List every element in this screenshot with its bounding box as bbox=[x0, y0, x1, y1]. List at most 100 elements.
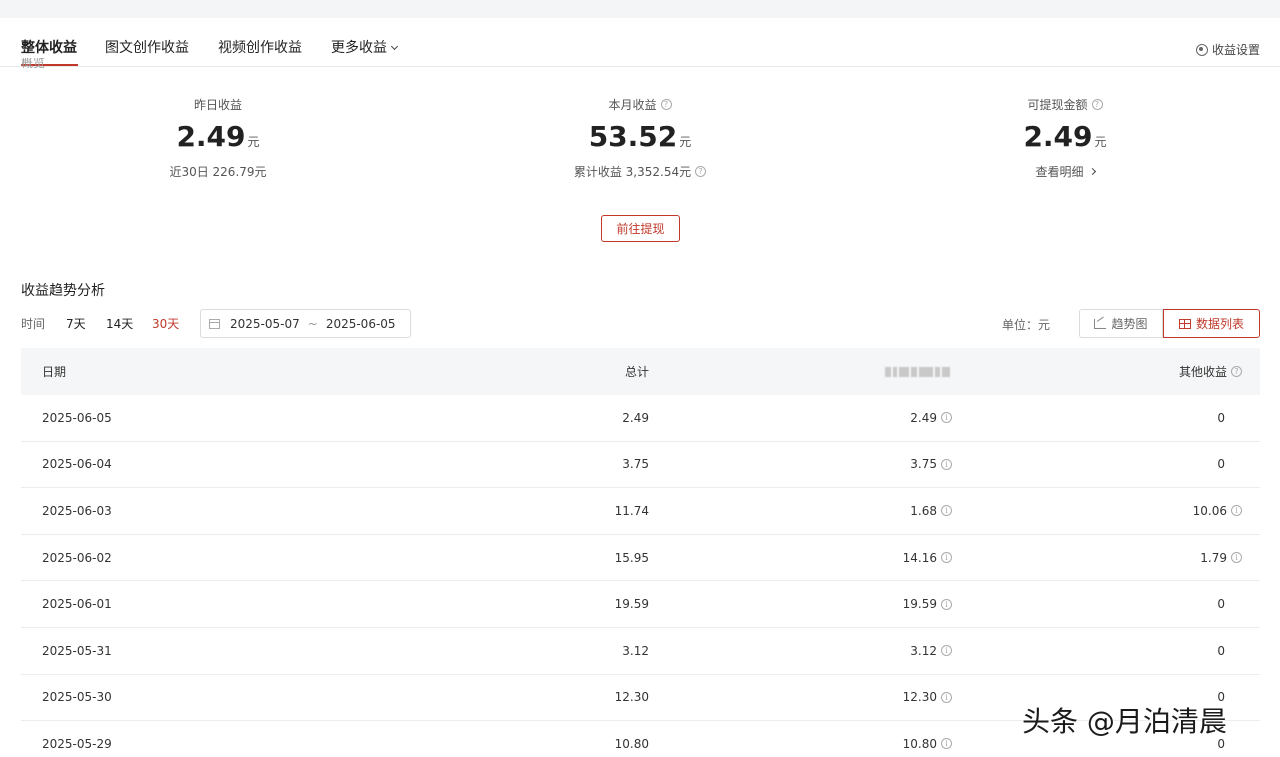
row-main-value: 12.30 bbox=[902, 690, 937, 705]
withdraw-button[interactable]: 前往提现 bbox=[601, 215, 680, 242]
range-30-days[interactable]: 30天 bbox=[152, 315, 179, 332]
stat-yesterday-sub: 近30日 226.79元 bbox=[88, 163, 348, 179]
stat-yesterday-label: 昨日收益 bbox=[88, 96, 348, 112]
row-total: 10.80 bbox=[614, 736, 649, 751]
stat-withdrawable-label-text: 可提现金额 bbox=[1027, 97, 1088, 112]
info-icon[interactable]: i bbox=[1231, 505, 1242, 517]
info-icon[interactable]: i bbox=[1231, 552, 1242, 564]
row-date: 2025-06-01 bbox=[42, 597, 112, 612]
table-row: 2025-05-31 3.12 3.12 i 0 bbox=[21, 628, 1260, 675]
date-separator: ~ bbox=[307, 316, 318, 331]
trend-chart-label: 趋势图 bbox=[1111, 317, 1148, 331]
row-main-value: 3.12 bbox=[910, 643, 937, 658]
table-header: 日期 总计 其他收益? bbox=[21, 348, 1260, 395]
row-other: 0 bbox=[1217, 410, 1225, 425]
date-end: 2025-06-05 bbox=[325, 316, 396, 331]
info-icon[interactable]: i bbox=[941, 691, 952, 703]
row-total: 15.95 bbox=[614, 550, 649, 565]
stat-withdrawable-value: 2.49 元 bbox=[935, 121, 1195, 153]
trend-section-title: 收益趋势分析 bbox=[21, 283, 105, 299]
stat-yesterday-sub-text: 近30日 226.79元 bbox=[169, 164, 267, 179]
range-7-days[interactable]: 7天 bbox=[66, 315, 86, 332]
gear-icon bbox=[1195, 43, 1208, 56]
info-icon[interactable]: i bbox=[941, 598, 952, 610]
stat-month-label-text: 本月收益 bbox=[608, 97, 657, 112]
header-other: 其他收益? bbox=[1179, 363, 1242, 380]
table-row: 2025-06-02 15.95 14.16 i 1.79 i bbox=[21, 535, 1260, 582]
filter-row: 时间 7天 14天 30天 2025-05-07 ~ 2025-06-05 单位… bbox=[21, 309, 1260, 338]
income-settings-button[interactable]: 收益设置 bbox=[1195, 41, 1260, 58]
view-details-label: 查看明细 bbox=[1035, 164, 1084, 179]
date-range-picker[interactable]: 2025-05-07 ~ 2025-06-05 bbox=[200, 309, 411, 338]
view-details-link[interactable]: 查看明细 bbox=[935, 163, 1195, 179]
row-main-value: 10.80 bbox=[902, 736, 937, 751]
table-row: 2025-06-03 11.74 1.68 i 10.06 i bbox=[21, 488, 1260, 535]
data-list-button[interactable]: 数据列表 bbox=[1163, 309, 1260, 338]
info-icon[interactable]: i bbox=[941, 645, 952, 657]
header-other-label: 其他收益 bbox=[1178, 365, 1227, 379]
row-total: 3.12 bbox=[622, 643, 649, 658]
stat-withdrawable-label: 可提现金额? bbox=[935, 96, 1195, 112]
unit-label: 单位：元 bbox=[1002, 318, 1051, 332]
stat-month-value: 53.52 元 bbox=[510, 121, 770, 153]
stat-month-unit: 元 bbox=[679, 135, 692, 149]
range-14-days[interactable]: 14天 bbox=[106, 315, 133, 332]
info-icon[interactable]: i bbox=[941, 412, 952, 424]
stat-withdrawable-unit: 元 bbox=[1094, 135, 1107, 149]
stat-yesterday-unit: 元 bbox=[247, 135, 260, 149]
table-icon bbox=[1178, 318, 1191, 329]
help-icon[interactable]: ? bbox=[1091, 98, 1103, 110]
tab-video-income[interactable]: 视频创作收益 bbox=[218, 37, 302, 57]
income-table: 日期 总计 其他收益? 2025-06-05 2.49 2.49 i 0 2025… bbox=[21, 348, 1260, 757]
help-icon[interactable]: ? bbox=[695, 165, 707, 177]
row-total: 12.30 bbox=[614, 690, 649, 705]
info-icon[interactable]: i bbox=[941, 505, 952, 517]
row-main: 14.16 i bbox=[903, 551, 952, 565]
row-main: 19.59 i bbox=[903, 597, 952, 611]
row-other: 10.06 i bbox=[1193, 504, 1242, 518]
tab-overall-income[interactable]: 整体收益 bbox=[21, 37, 77, 57]
chevron-down-icon bbox=[390, 42, 399, 51]
calendar-icon bbox=[209, 318, 220, 329]
income-settings-label: 收益设置 bbox=[1211, 43, 1260, 57]
info-icon[interactable]: i bbox=[941, 552, 952, 564]
row-other-value: 10.06 bbox=[1192, 503, 1227, 518]
header-total: 总计 bbox=[624, 365, 649, 379]
line-chart-icon bbox=[1094, 318, 1107, 329]
row-other: 0 bbox=[1217, 643, 1225, 658]
row-main: 12.30 i bbox=[903, 690, 952, 704]
row-date: 2025-06-04 bbox=[42, 457, 112, 472]
info-icon[interactable]: i bbox=[941, 458, 952, 470]
row-total: 19.59 bbox=[614, 597, 649, 612]
row-main: 2.49 i bbox=[910, 411, 952, 425]
data-list-label: 数据列表 bbox=[1195, 317, 1244, 331]
row-main: 3.12 i bbox=[910, 644, 952, 658]
table-row: 2025-06-04 3.75 3.75 i 0 bbox=[21, 442, 1260, 489]
stat-yesterday-label-text: 昨日收益 bbox=[193, 97, 242, 112]
time-filter-label: 时间 bbox=[21, 317, 46, 331]
tab-more-income[interactable]: 更多收益 bbox=[331, 37, 399, 57]
help-icon[interactable]: ? bbox=[660, 98, 672, 110]
overview-heading-clipped: 概览 bbox=[21, 58, 46, 69]
tab-more-income-label: 更多收益 bbox=[331, 40, 387, 56]
stat-month-label: 本月收益? bbox=[510, 96, 770, 112]
row-date: 2025-05-30 bbox=[42, 690, 112, 705]
table-row: 2025-06-05 2.49 2.49 i 0 bbox=[21, 395, 1260, 442]
tab-article-income[interactable]: 图文创作收益 bbox=[105, 37, 189, 57]
trend-chart-button[interactable]: 趋势图 bbox=[1079, 309, 1163, 338]
stat-yesterday-value: 2.49 元 bbox=[88, 121, 348, 153]
stat-yesterday: 昨日收益 2.49 元 近30日 226.79元 bbox=[88, 96, 348, 179]
row-date: 2025-05-31 bbox=[42, 643, 112, 658]
row-date: 2025-05-29 bbox=[42, 736, 112, 751]
row-main: 10.80 i bbox=[903, 737, 952, 751]
watermark: 头条 @月泊清晨 bbox=[1022, 705, 1227, 738]
row-other: 0 bbox=[1217, 597, 1225, 612]
stat-month: 本月收益? 53.52 元 累计收益 3,352.54元? bbox=[510, 96, 770, 179]
help-icon[interactable]: ? bbox=[1231, 366, 1242, 377]
row-main-value: 3.75 bbox=[910, 457, 937, 472]
row-other: 0 bbox=[1217, 457, 1225, 472]
tab-bar: 整体收益 图文创作收益 视频创作收益 更多收益 收益设置 bbox=[0, 18, 1280, 67]
row-other-value: 1.79 bbox=[1200, 550, 1227, 565]
header-main-redacted bbox=[885, 366, 950, 377]
info-icon[interactable]: i bbox=[941, 738, 952, 750]
